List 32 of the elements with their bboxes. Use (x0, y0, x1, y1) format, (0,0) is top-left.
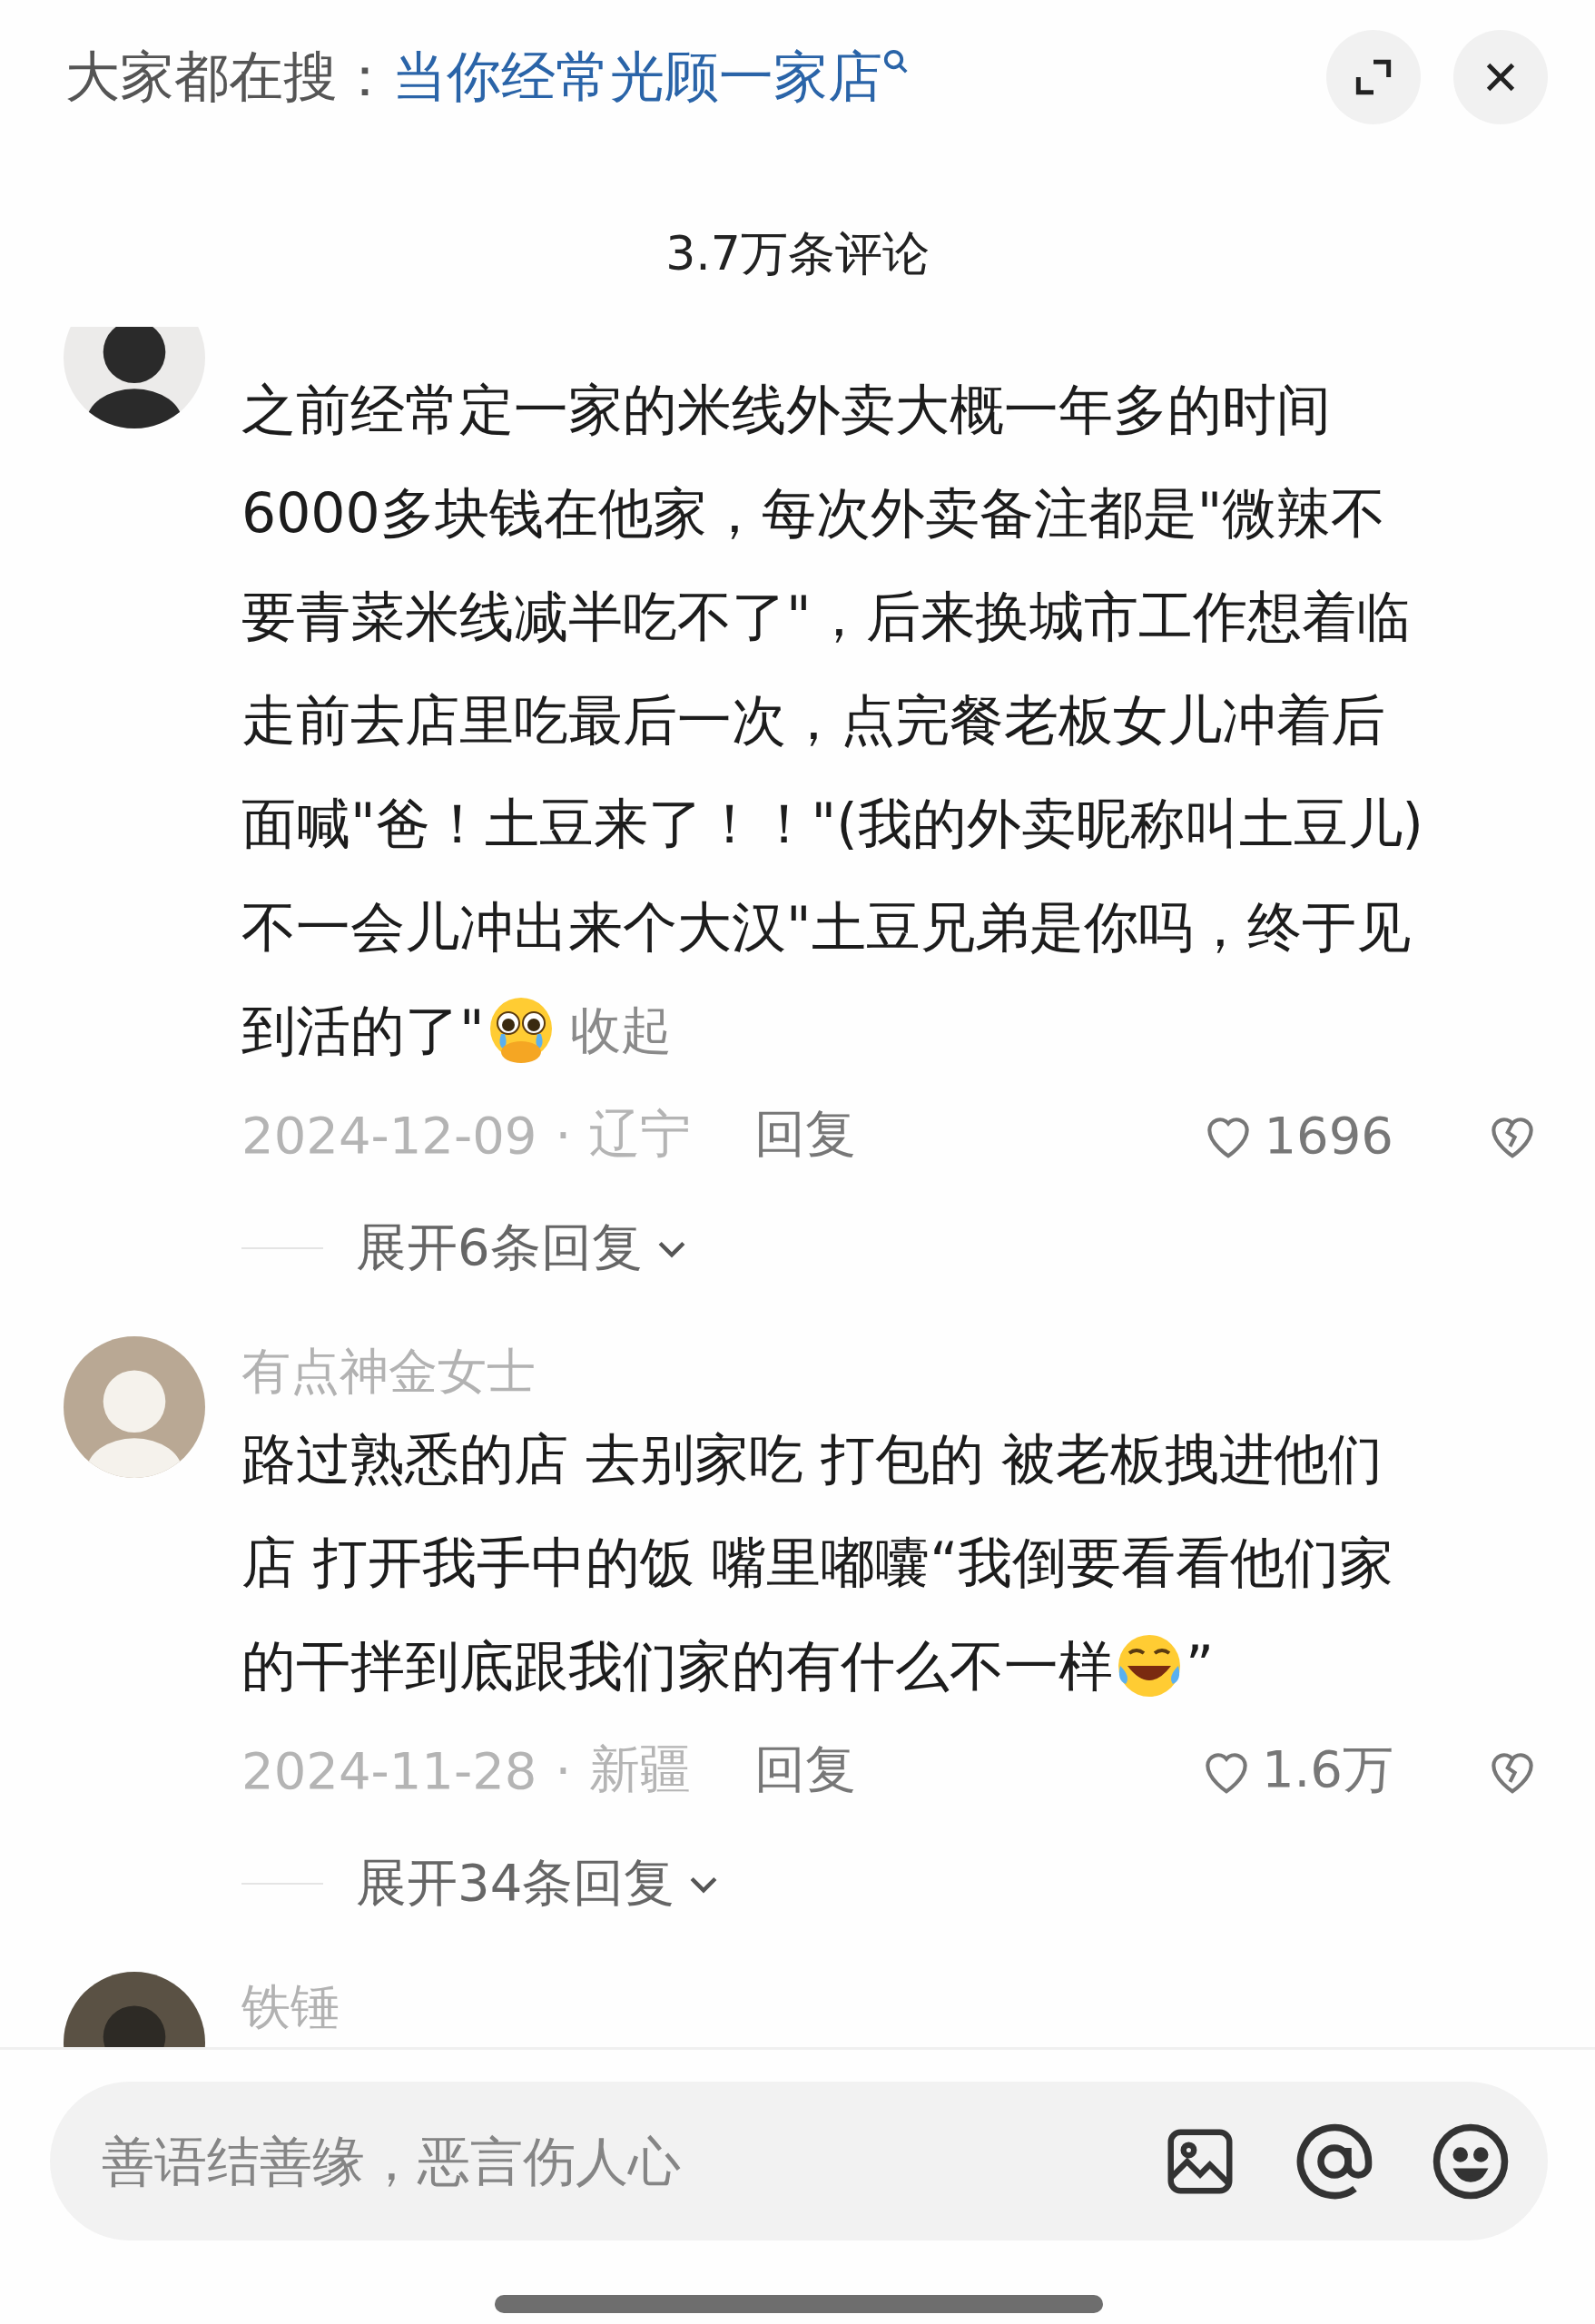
comment-date: 2024-11-28 (241, 1740, 537, 1800)
comment-text: 路过熟悉的店 去别家吃 打包的 被老板拽进他们 (241, 1426, 1383, 1492)
reply-link[interactable]: 回复 (754, 1100, 857, 1169)
comment-location: 辽宁 (589, 1103, 692, 1165)
comment-location: 新疆 (589, 1738, 692, 1800)
comment-text: ” (1186, 1633, 1215, 1699)
comment-count-title: 3.7万条评论 (665, 225, 930, 282)
comment-text: 要青菜米线减半吃不了"，后来换城市工作想着临 (241, 584, 1411, 650)
comment-date: 2024-12-09 (241, 1105, 537, 1165)
like-button[interactable]: 1696 (1200, 1105, 1393, 1165)
reply-link[interactable]: 回复 (754, 1736, 857, 1805)
comment-text: 之前经常定一家的米线外卖大概一年多的时间 (241, 377, 1331, 443)
expand-replies-button[interactable]: 展开34条回复 (356, 1849, 724, 1918)
comment-text: 店 打开我手中的饭 嘴里嘟囔“我倒要看看他们家 (241, 1530, 1394, 1596)
username: 有点神金女士 (241, 1341, 536, 1402)
comment-box[interactable]: 善语结善缘，恶言伤人心 (50, 2082, 1548, 2240)
comment-text: 到活的了" (241, 998, 485, 1064)
username: 铁锤 (241, 1976, 340, 2037)
search-icon (882, 47, 910, 75)
comment-text: 走前去店里吃最后一次，点完餐老板女儿冲着后 (241, 687, 1385, 753)
separator-dot: · (555, 1740, 572, 1800)
comment-text: 不一会儿冲出来个大汉"土豆兄弟是你吗，终于见 (241, 894, 1411, 960)
comment-text: 的干拌到底跟我们家的有什么不一样 (241, 1633, 1113, 1699)
search-prompt-label: 大家都在搜： (65, 43, 392, 110)
separator-dot: · (555, 1105, 572, 1165)
collapse-link[interactable]: 收起 (569, 979, 672, 1082)
expand-replies-button[interactable]: 展开6条回复 (356, 1214, 692, 1283)
comment-text: 面喊"爸！土豆来了！！"(我的外卖昵称叫土豆儿) (241, 791, 1423, 857)
comment-input-field[interactable]: 善语结善缘，恶言伤人心 (100, 2129, 1107, 2193)
comment-text: 6000多块钱在他家，每次外卖备注都是"微辣不 (241, 480, 1386, 547)
trending-search-link[interactable]: 当你经常光顾一家店 (392, 40, 882, 114)
like-button[interactable]: 1.6万 (1197, 1736, 1393, 1805)
